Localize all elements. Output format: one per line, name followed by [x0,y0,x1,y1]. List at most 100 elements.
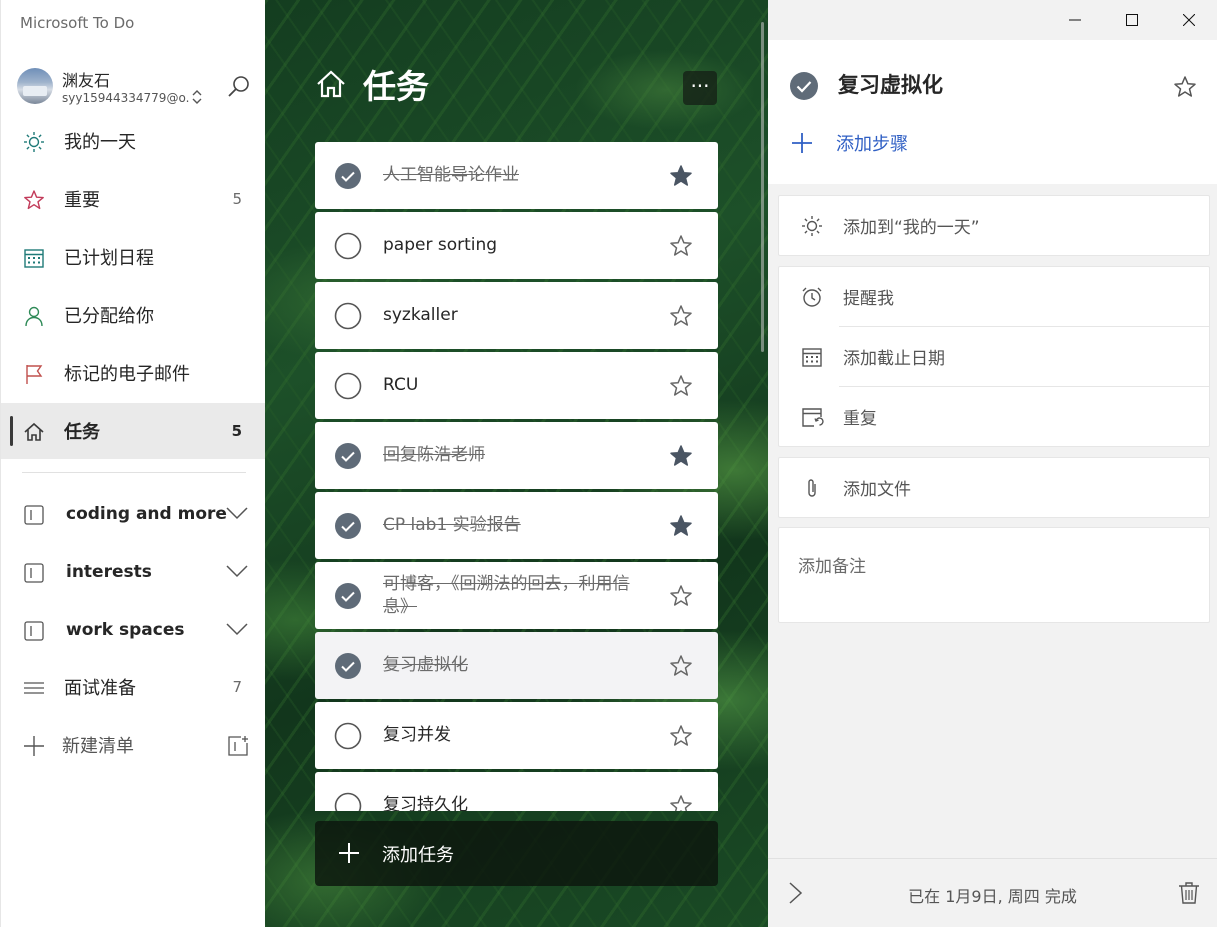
trash-icon[interactable] [1178,881,1200,905]
detail-pane: 复习虚拟化 添加步骤 添加到“我的一天” 提醒我 添加截止日期 重复 添加文件 … [768,0,1217,927]
minimize-button[interactable] [1046,0,1103,40]
task-item[interactable]: 可博客，《回溯法的回去，利用信息》 [315,562,718,629]
completion-status: 已在 1月9日, 周四 完成 [908,887,1077,906]
new-group-icon[interactable] [227,735,249,757]
add-due-date-button[interactable]: 添加截止日期 [779,327,1209,386]
sidebar-item-tasks[interactable]: 任务 5 [1,403,266,459]
completed-check-icon[interactable] [334,442,362,470]
task-item[interactable]: 复习并发 [315,702,718,769]
task-item[interactable]: 复习持久化 [315,772,718,811]
sidebar-group-coding-and-more[interactable]: coding and more [1,486,266,542]
star-icon[interactable] [1173,75,1197,99]
add-task-button[interactable]: 添加任务 [315,821,718,886]
completed-check-icon[interactable] [334,512,362,540]
sidebar-item-label: 重要 [64,190,100,211]
more-options-button[interactable]: ··· [683,71,717,105]
star-filled-icon[interactable] [669,444,693,468]
add-task-label: 添加任务 [382,845,454,866]
home-icon [317,70,345,98]
plus-icon [339,843,359,863]
completed-check-icon[interactable] [334,652,362,680]
completed-check-icon[interactable] [334,582,362,610]
sidebar-item-count: 5 [232,190,242,208]
star-icon[interactable] [669,654,693,678]
minimize-icon [1068,19,1081,21]
task-title[interactable]: 复习虚拟化 [838,69,943,99]
star-filled-icon[interactable] [669,514,693,538]
repeat-button[interactable]: 重复 [779,387,1209,446]
maximize-button[interactable] [1103,0,1160,40]
close-button[interactable] [1160,0,1217,40]
scrollbar[interactable] [761,22,764,352]
task-title: RCU [383,375,419,395]
task-item[interactable]: 回复陈浩老师 [315,422,718,489]
repeat-calendar-icon [802,408,824,427]
plus-icon [792,133,812,153]
star-icon[interactable] [669,234,693,258]
calendar-icon [802,348,822,367]
sidebar-list-interview-prep[interactable]: 面试准备 7 [1,659,266,715]
sidebar-item-count: 5 [231,422,242,440]
sidebar-group-interests[interactable]: interests [1,544,266,600]
task-list: 人工智能导论作业 paper sorting syzkaller RCU 回复陈浩老师 C… [315,142,718,811]
sidebar-group-label: interests [66,562,152,582]
chevron-down-icon[interactable] [226,506,248,520]
add-step-button[interactable]: 添加步骤 [790,130,908,156]
chevron-down-icon[interactable] [226,564,248,578]
task-item[interactable]: CP lab1 实验报告 [315,492,718,559]
star-icon[interactable] [669,724,693,748]
star-icon[interactable] [669,584,693,608]
calendar-icon [24,249,44,268]
sidebar-group-label: work spaces [66,620,185,640]
flag-icon [26,365,43,384]
remind-me-button[interactable]: 提醒我 [779,267,1209,326]
note-field[interactable]: 添加备注 [778,527,1210,623]
window-controls [1046,0,1217,40]
task-item[interactable]: 人工智能导论作业 [315,142,718,209]
add-step-label: 添加步骤 [836,134,908,155]
avatar [17,68,53,104]
list-icon [24,682,44,694]
sidebar-list-count: 7 [232,678,242,696]
sidebar-group-work-spaces[interactable]: work spaces [1,602,266,658]
add-to-my-day-button[interactable]: 添加到“我的一天” [779,196,1209,255]
app-title: Microsoft To Do [20,14,135,32]
sidebar: Microsoft To Do 渊友石 syy15944334779@o... … [0,0,266,927]
empty-checkbox-icon[interactable] [334,372,362,400]
task-item[interactable]: syzkaller [315,282,718,349]
search-icon[interactable] [226,74,252,100]
task-title: 可博客，《回溯法的回去，利用信息》 [383,573,630,617]
task-title: 复习持久化 [383,795,468,811]
chevron-down-icon[interactable] [226,622,248,636]
repeat-label: 重复 [843,409,877,429]
empty-checkbox-icon[interactable] [334,792,362,811]
due-date-label: 添加截止日期 [843,349,945,369]
completed-check-icon[interactable] [334,162,362,190]
empty-checkbox-icon[interactable] [334,722,362,750]
sidebar-item-label: 我的一天 [64,132,136,153]
star-icon[interactable] [669,304,693,328]
sidebar-group-label: coding and more [66,504,227,524]
sidebar-item-important[interactable]: 重要 5 [1,171,266,227]
completed-check-icon[interactable] [789,71,819,101]
star-icon[interactable] [669,794,693,811]
sidebar-item-assigned[interactable]: 已分配给你 [1,287,266,343]
note-placeholder: 添加备注 [798,557,866,577]
empty-checkbox-icon[interactable] [334,302,362,330]
task-item[interactable]: RCU [315,352,718,419]
sun-icon [802,216,822,236]
empty-checkbox-icon[interactable] [334,232,362,260]
account-switcher[interactable]: 渊友石 syy15944334779@o... [17,64,252,110]
star-icon[interactable] [669,374,693,398]
group-icon [24,621,44,641]
task-item[interactable]: paper sorting [315,212,718,279]
add-file-button[interactable]: 添加文件 [779,458,1209,517]
star-filled-icon[interactable] [669,164,693,188]
new-list-button[interactable]: 新建清单 [1,717,266,773]
sidebar-item-label: 标记的电子邮件 [64,364,190,385]
sidebar-item-planned[interactable]: 已计划日程 [1,229,266,285]
task-item[interactable]: 复习虚拟化 [315,632,718,699]
chevron-updown-icon [192,90,202,104]
sidebar-item-flagged-email[interactable]: 标记的电子邮件 [1,345,266,401]
sidebar-item-my-day[interactable]: 我的一天 [1,113,266,169]
